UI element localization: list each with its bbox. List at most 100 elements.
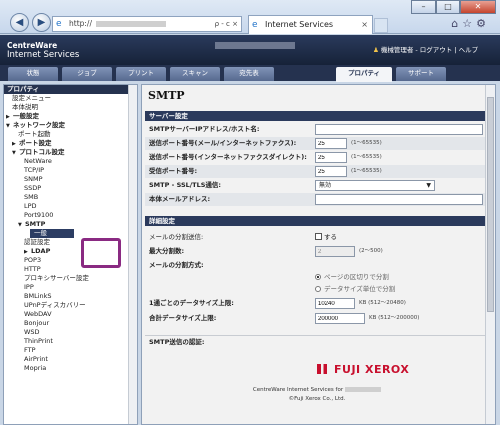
sidebar-item[interactable]: SSDP xyxy=(4,184,137,193)
sidebar-item[interactable]: Mopria xyxy=(4,364,137,373)
ssl-label: SMTP - SSL/TLS通信: xyxy=(149,181,222,189)
direct-port-input[interactable] xyxy=(315,152,347,163)
fax-port-input[interactable] xyxy=(315,138,347,149)
admin-user-icon: ♟ xyxy=(373,46,379,54)
sidebar-item-label: WSD xyxy=(24,328,40,336)
sidebar-item[interactable]: SMB xyxy=(4,193,137,202)
sidebar-header: プロパティ xyxy=(4,85,137,94)
sidebar-item[interactable]: AirPrint xyxy=(4,355,137,364)
tab-status[interactable]: 状態 xyxy=(8,67,58,81)
radio-size-option[interactable]: データサイズ単位で分割 xyxy=(315,283,395,296)
sidebar-scrollbar[interactable] xyxy=(128,85,137,424)
sidebar-item-label: SSDP xyxy=(24,184,42,192)
tab-close-icon[interactable]: × xyxy=(361,16,368,34)
sidebar-item[interactable]: 一般 xyxy=(30,229,74,238)
sidebar-item[interactable]: LPD xyxy=(4,202,137,211)
total-label: 合計データサイズ上限: xyxy=(149,314,217,322)
user-menu[interactable]: ♟ 機械管理者 - ログアウト | ヘルプ xyxy=(373,44,478,54)
max-split-row: 最大分割数: (2〜500) xyxy=(145,245,485,258)
sidebar-item[interactable]: WSD xyxy=(4,328,137,337)
new-tab-button[interactable] xyxy=(374,18,388,33)
per-mail-label: 1通ごとのデータサイズ上限: xyxy=(149,299,234,307)
sidebar-item[interactable]: NetWare xyxy=(4,157,137,166)
split-checkbox[interactable] xyxy=(315,233,322,240)
sidebar-item-label: IPP xyxy=(24,283,34,291)
tab-scan[interactable]: スキャン xyxy=(170,67,220,81)
radio-page-button[interactable] xyxy=(315,274,321,280)
total-hint: KB (512〜200000) xyxy=(369,315,420,321)
content-scrollbar[interactable] xyxy=(485,85,495,424)
sidebar-item-label: LPD xyxy=(24,202,37,210)
sidebar-item-label: BMLinkS xyxy=(24,292,52,300)
sidebar-item-label: プロトコル設定 xyxy=(19,148,65,156)
sidebar-item[interactable]: 本体説明 xyxy=(4,103,137,112)
sidebar-item[interactable]: WebDAV xyxy=(4,310,137,319)
sidebar-item[interactable]: ▶ 一般設定 xyxy=(4,112,137,121)
footer-line1-text: CentreWare Internet Services for xyxy=(252,387,344,393)
tab-jobs[interactable]: ジョブ xyxy=(62,67,112,81)
sidebar-item-label: SNMP xyxy=(24,175,43,183)
back-icon[interactable]: ◀ xyxy=(10,13,29,32)
sidebar-item-label: Bonjour xyxy=(24,319,50,327)
sidebar-item[interactable]: ▼ ネットワーク設定 xyxy=(4,121,137,130)
split-row: メールの分割送信: する xyxy=(145,231,485,244)
tab-print[interactable]: プリント xyxy=(116,67,166,81)
close-window-button[interactable]: ✕ xyxy=(460,0,496,14)
sidebar-item-label: TCP/IP xyxy=(24,166,45,174)
ssl-select-value: 無効 xyxy=(319,182,332,189)
settings-gear-icon[interactable]: ⚙ xyxy=(476,17,490,30)
content-scroll-thumb[interactable] xyxy=(487,97,494,312)
sidebar-item[interactable]: 設定メニュー xyxy=(4,94,137,103)
chevron-down-icon: ▼ xyxy=(426,182,431,189)
email-input[interactable] xyxy=(315,194,483,205)
ssl-row: SMTP - SSL/TLS通信: 無効 ▼ xyxy=(145,179,485,192)
split-checkbox-group[interactable]: する xyxy=(315,231,337,244)
split-checkbox-label: する xyxy=(324,233,337,241)
per-mail-input[interactable] xyxy=(315,298,355,309)
footer-copyright: ©Fuji Xerox Co., Ltd. xyxy=(288,396,346,402)
collapse-arrow-icon[interactable]: ▼ xyxy=(18,221,25,230)
sidebar-item[interactable]: ポート起動 xyxy=(4,130,137,139)
server-name-input[interactable] xyxy=(315,124,483,135)
ssl-select[interactable]: 無効 ▼ xyxy=(315,180,435,191)
sidebar-item[interactable]: Bonjour xyxy=(4,319,137,328)
forward-icon[interactable]: ▶ xyxy=(32,13,51,32)
email-label: 本体メールアドレス: xyxy=(149,195,211,203)
recv-port-input[interactable] xyxy=(315,166,347,177)
browser-tab[interactable]: e Internet Services × xyxy=(248,15,373,34)
footer-model-redacted xyxy=(345,387,382,392)
address-bar[interactable]: e http:// ρ - c × xyxy=(52,16,242,32)
split-label: メールの分割送信: xyxy=(149,233,204,241)
page-title: SMTP xyxy=(148,89,185,102)
sidebar-item[interactable]: TCP/IP xyxy=(4,166,137,175)
address-tools[interactable]: ρ - c × xyxy=(215,17,238,31)
radio-size-button[interactable] xyxy=(315,286,321,292)
tab-address-book[interactable]: 宛先表 xyxy=(224,67,274,81)
total-input[interactable] xyxy=(315,313,365,324)
sidebar-item[interactable]: BMLinkS xyxy=(4,292,137,301)
tab-properties[interactable]: プロパティ xyxy=(336,67,392,82)
footer-line2: ©Fuji Xerox Co., Ltd. xyxy=(227,396,407,402)
user-text[interactable]: 機械管理者 - ログアウト | ヘルプ xyxy=(381,46,478,54)
sidebar-item[interactable]: SNMP xyxy=(4,175,137,184)
tab-support[interactable]: サポート xyxy=(396,67,446,81)
sidebar-item[interactable]: ThinPrint xyxy=(4,337,137,346)
sidebar-item[interactable]: UPnPディスカバリー xyxy=(4,301,137,310)
browser-toolbar-icons[interactable]: ⌂☆⚙ xyxy=(451,17,490,30)
sidebar-item-label: 本体説明 xyxy=(12,103,38,111)
sidebar-item[interactable]: ▶ ポート設定 xyxy=(4,139,137,148)
home-icon[interactable]: ⌂ xyxy=(451,17,462,30)
sidebar-item-label: ポート起動 xyxy=(18,130,51,138)
max-split-input[interactable] xyxy=(315,246,355,257)
per-mail-row: 1通ごとのデータサイズ上限: KB (512〜20480) xyxy=(145,297,485,310)
minimize-button[interactable]: – xyxy=(411,0,436,14)
sidebar-item[interactable]: プロキシサーバー設定 xyxy=(4,274,137,283)
sidebar-item[interactable]: FTP xyxy=(4,346,137,355)
recv-port-label: 受信ポート番号: xyxy=(149,167,198,175)
sidebar-item[interactable]: Port9100 xyxy=(4,211,137,220)
maximize-button[interactable]: □ xyxy=(436,0,460,14)
favorites-icon[interactable]: ☆ xyxy=(462,17,476,30)
sidebar-item[interactable]: ▼ プロトコル設定 xyxy=(4,148,137,157)
sidebar-item[interactable]: IPP xyxy=(4,283,137,292)
sidebar-item[interactable]: ▼ SMTP xyxy=(4,220,137,229)
